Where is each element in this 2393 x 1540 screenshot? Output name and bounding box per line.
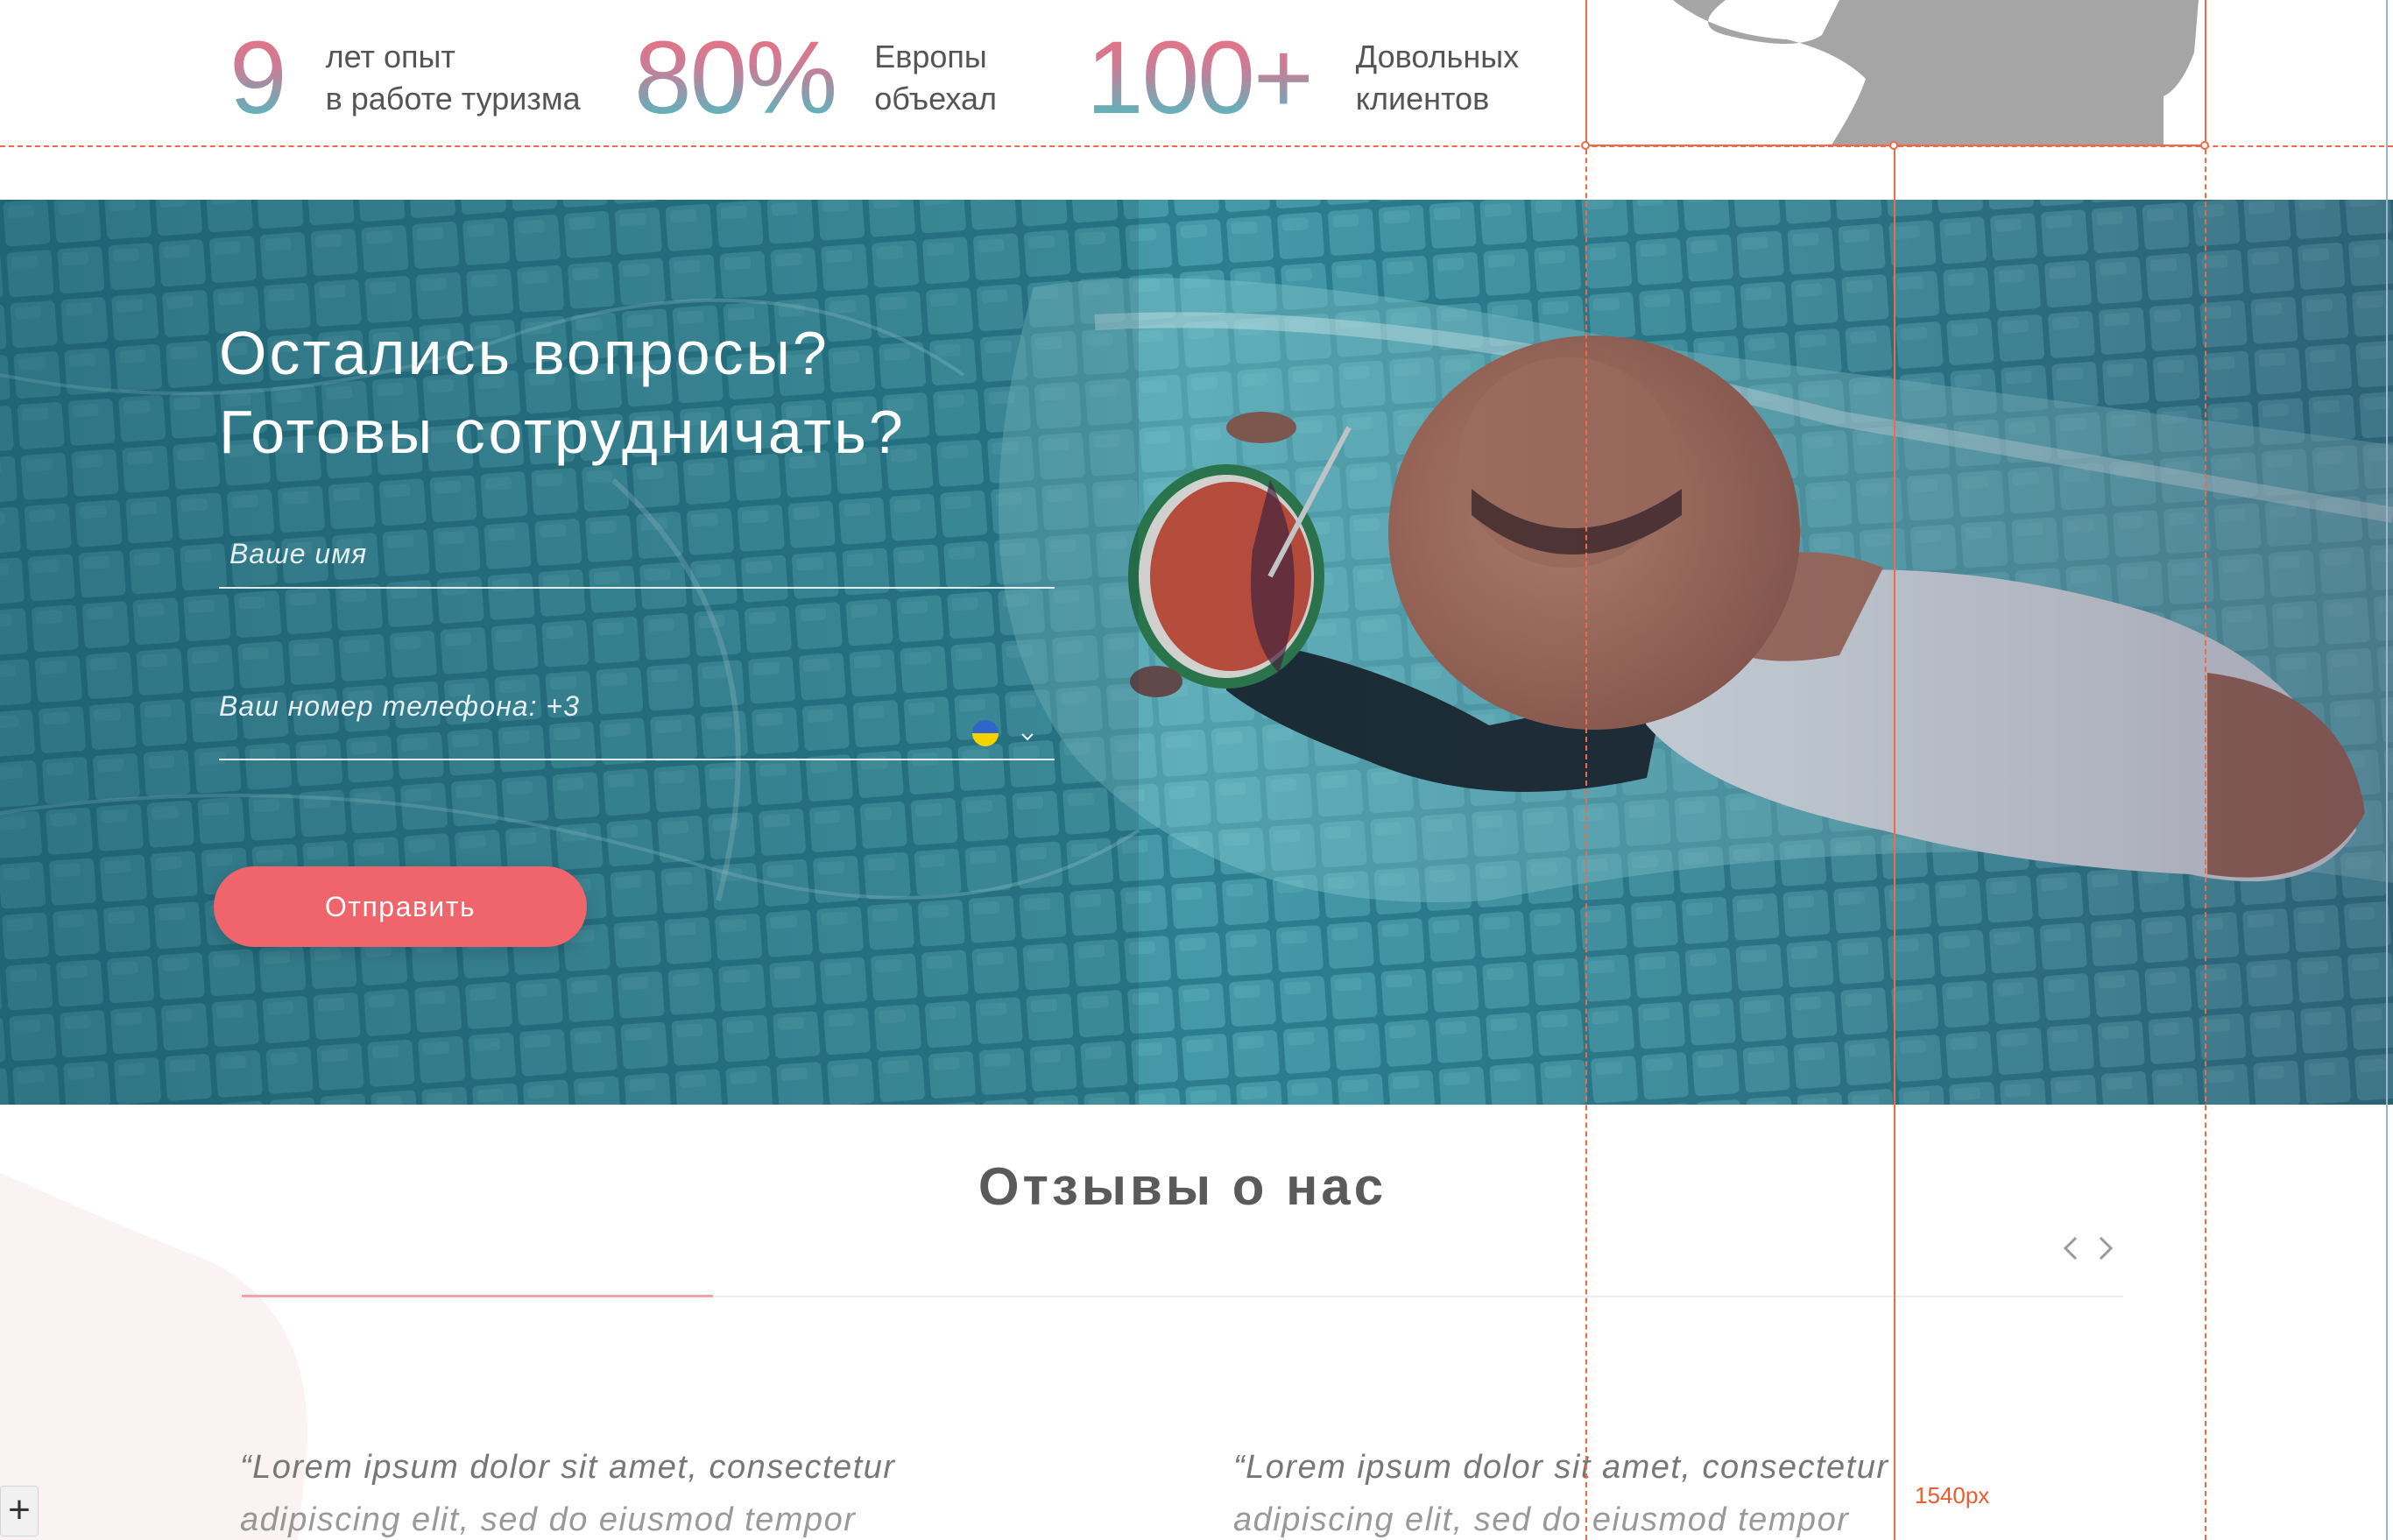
phone-input[interactable]	[219, 682, 1055, 731]
stat-clients: 100+ Довольных клиентов	[1086, 26, 1519, 130]
name-input[interactable]	[229, 533, 1065, 575]
guide-vertical	[1585, 0, 1587, 1540]
review-quote: “Lorem ipsum dolor sit amet, consectetur…	[240, 1441, 1116, 1540]
phone-field	[219, 682, 1055, 760]
name-field	[219, 533, 1065, 589]
stat-label: Довольных клиентов	[1356, 36, 1519, 120]
chevron-left-icon[interactable]	[2058, 1231, 2085, 1266]
add-block-button[interactable]: +	[0, 1486, 39, 1536]
stat-number: 9	[229, 20, 287, 136]
stat-label: лет опыт в работе туризма	[326, 36, 581, 120]
measure-line	[1894, 145, 1895, 1540]
ukraine-flag-icon[interactable]	[972, 720, 999, 746]
review-quote-line1: “Lorem ipsum dolor sit amet, consectetur	[1233, 1449, 1889, 1486]
hero-title-line2: Готовы сотрудничать?	[219, 398, 906, 466]
stat-europe: 80% Европы объехал	[634, 26, 997, 130]
stat-label-line1: Довольных	[1355, 39, 1520, 74]
submit-button[interactable]: Отправить	[214, 866, 587, 947]
stat-label-line2: объехал	[874, 81, 997, 117]
hero-title-line1: Остались вопросы?	[219, 319, 829, 387]
stat-label: Европы объехал	[874, 36, 997, 120]
stat-label-line1: Европы	[874, 39, 987, 74]
measure-label: 1540px	[1908, 1479, 1997, 1513]
selection-edge	[1585, 0, 1587, 146]
canvas-edge	[2386, 0, 2388, 1540]
contact-hero: Остались вопросы? Готовы сотрудничать? О…	[0, 200, 2393, 1105]
stat-number: 80%	[634, 20, 837, 136]
stat-years: 9 лет опыт в работе туризма	[229, 26, 581, 130]
guide-handle[interactable]	[1581, 141, 1590, 150]
review-quote-line1: “Lorem ipsum dolor sit amet, consectetur	[240, 1449, 896, 1486]
reviews-title: Отзывы о нас	[978, 1157, 1387, 1216]
stat-label-line1: лет опыт	[325, 39, 455, 74]
guide-handle[interactable]	[2200, 141, 2209, 150]
chevron-right-icon[interactable]	[2092, 1231, 2118, 1266]
chevron-down-icon[interactable]	[1020, 729, 1035, 745]
stat-number: 100+	[1086, 20, 1314, 136]
image-placeholder-silhouette	[1673, 0, 2199, 146]
hero-title: Остались вопросы? Готовы сотрудничать?	[219, 314, 906, 471]
stat-label-line2: в работе туризма	[325, 81, 581, 117]
guide-handle[interactable]	[1889, 141, 1898, 150]
selection-edge	[2205, 0, 2206, 146]
reviews-divider-accent	[242, 1295, 713, 1297]
stats-strip: 9 лет опыт в работе туризма 80% Европы о…	[0, 0, 2393, 146]
guide-vertical	[2205, 0, 2206, 1540]
review-quote-line2: adipiscing elit, sed do eiusmod tempor	[240, 1501, 857, 1538]
stat-label-line2: клиентов	[1355, 81, 1490, 117]
